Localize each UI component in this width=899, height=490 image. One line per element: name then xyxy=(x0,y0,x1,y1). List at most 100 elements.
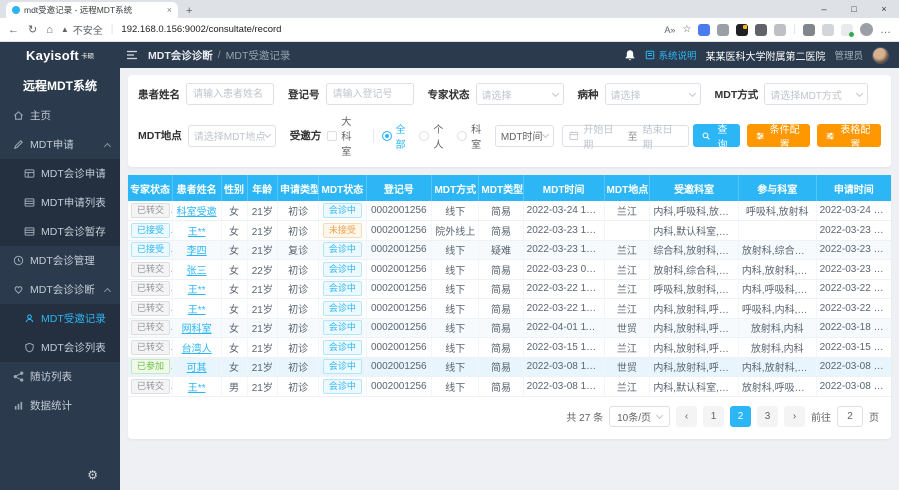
patient-name-link[interactable]: 可其 xyxy=(187,363,207,374)
patient-name-link[interactable]: 王** xyxy=(188,305,206,316)
next-page-button[interactable]: › xyxy=(784,406,805,427)
tab-close-icon[interactable]: × xyxy=(167,5,172,15)
refresh-icon[interactable]: ↻ xyxy=(28,23,37,36)
apply-type-cell: 初诊 xyxy=(278,260,319,280)
invitee-radio-all[interactable]: 全部 xyxy=(382,121,411,151)
settings-gear-icon[interactable]: ⚙ xyxy=(87,468,98,482)
extension-icon[interactable] xyxy=(774,24,786,36)
split-screen-icon[interactable] xyxy=(803,24,815,36)
goto-page-input[interactable] xyxy=(837,406,863,427)
mdt-place-cell xyxy=(604,221,650,241)
sidebar-item-mdt-consult-apply[interactable]: MDT会诊申请 xyxy=(0,159,120,188)
age-cell: 21岁 xyxy=(247,240,278,260)
home-icon[interactable]: ⌂ xyxy=(46,24,53,36)
time-type-select[interactable]: MDT时间 xyxy=(495,125,554,147)
expert-status-select[interactable]: 请选择 xyxy=(476,83,564,105)
patient-name-input[interactable] xyxy=(186,83,274,105)
sidebar-item-mdt-invite-record[interactable]: MDT受邀记录 xyxy=(0,304,120,333)
extension-icon[interactable] xyxy=(736,24,748,36)
sidebar-item-mdt-apply-list[interactable]: MDT申请列表 xyxy=(0,188,120,217)
invitee-radio-personal[interactable]: 个人 xyxy=(419,121,448,151)
sidebar-group-mdt-apply[interactable]: MDT申请 xyxy=(0,130,120,159)
back-icon[interactable]: ← xyxy=(8,24,19,36)
disease-select[interactable]: 请选择 xyxy=(605,83,701,105)
extension-icon[interactable] xyxy=(755,24,767,36)
mdt-mode-cell: 线下 xyxy=(432,279,479,299)
extension-icon[interactable] xyxy=(698,24,710,36)
date-range-picker[interactable]: 开始日期 至 结束日期 xyxy=(562,125,689,147)
patient-name-cell: 可其 xyxy=(172,357,221,377)
prev-page-button[interactable]: ‹ xyxy=(676,406,697,427)
patient-name-link[interactable]: 王** xyxy=(188,285,206,296)
menu-collapse-icon[interactable] xyxy=(126,49,138,61)
sidebar-group-mdt-diagnosis[interactable]: MDT会诊诊断 xyxy=(0,275,120,304)
sidebar-item-followup-list[interactable]: 随访列表 xyxy=(0,362,120,391)
table-row[interactable]: 已转交王**女21岁初诊会诊中0002001256线下简易2022-03-22 … xyxy=(128,279,891,299)
reg-no-cell: 0002001256 xyxy=(366,201,432,221)
favorite-star-icon[interactable]: ☆ xyxy=(682,24,691,35)
sidebar: 远程MDT系统 主页 MDT申请 MDT会诊申请 MDT申请列表 MDT会诊暂存… xyxy=(0,68,120,490)
mdt-mode-cell: 线下 xyxy=(432,377,479,397)
list-icon xyxy=(24,197,35,208)
read-aloud-icon[interactable]: A» xyxy=(664,25,675,35)
patient-name-link[interactable]: 王** xyxy=(188,227,206,238)
window-maximize-button[interactable]: □ xyxy=(839,0,869,18)
table-row[interactable]: 已转交科室受邀女21岁初诊会诊中0002001256线下简易2022-03-24… xyxy=(128,201,891,221)
browser-profile-avatar[interactable] xyxy=(860,23,873,36)
sidebar-item-home[interactable]: 主页 xyxy=(0,101,120,130)
invited-depts-cell: 内科,放射科,呼吸科 xyxy=(650,357,739,377)
patient-name-link[interactable]: 科室受邀 xyxy=(177,207,217,218)
big-dept-checkbox[interactable] xyxy=(327,131,337,141)
joined-depts-cell: 放射科,内科 xyxy=(738,318,816,338)
sidebar-item-mdt-manage[interactable]: MDT会诊管理 xyxy=(0,246,120,275)
sidebar-item-mdt-consult-list[interactable]: MDT会诊列表 xyxy=(0,333,120,362)
system-help-link[interactable]: 系统说明 xyxy=(645,48,696,62)
page-button-2[interactable]: 2 xyxy=(730,406,751,427)
table-row[interactable]: 已转交王**女21岁初诊会诊中0002001256线下简易2022-03-22 … xyxy=(128,299,891,319)
patient-name-link[interactable]: 台湾人 xyxy=(182,344,212,355)
expert-status-label: 专家状态 xyxy=(428,87,470,102)
table-row[interactable]: 已接受王**女21岁初诊未接受0002001256院外线上简易2022-03-2… xyxy=(128,221,891,241)
new-tab-button[interactable]: + xyxy=(186,5,192,17)
patient-name-link[interactable]: 网科室 xyxy=(182,324,212,335)
window-close-button[interactable]: × xyxy=(869,0,899,18)
table-row[interactable]: 已转交台湾人女21岁初诊会诊中0002001256线下简易2022-03-15 … xyxy=(128,338,891,358)
page-size-select[interactable]: 10条/页 xyxy=(609,406,670,427)
patient-name-link[interactable]: 张三 xyxy=(187,266,207,277)
patient-name-link[interactable]: 王** xyxy=(188,383,206,394)
browser-tab[interactable]: mdt受邀记录 - 远程MDT系统 × xyxy=(6,2,178,18)
sidebar-item-mdt-consult-draft[interactable]: MDT会诊暂存 xyxy=(0,217,120,246)
page-button-3[interactable]: 3 xyxy=(757,406,778,427)
table-row[interactable]: 已转交张三女22岁初诊会诊中0002001256线下简易2022-03-23 0… xyxy=(128,260,891,280)
user-avatar[interactable] xyxy=(872,47,889,64)
patient-name-link[interactable]: 李四 xyxy=(187,246,207,257)
security-indicator[interactable]: ▲ 不安全 xyxy=(61,22,103,37)
gender-cell: 女 xyxy=(221,279,247,299)
condition-config-button[interactable]: 条件配置 xyxy=(747,124,811,147)
table-row[interactable]: 已转交王**男21岁初诊会诊中0002001256线下简易2022-03-08 … xyxy=(128,377,891,397)
page-button-1[interactable]: 1 xyxy=(703,406,724,427)
sidebar-item-statistics[interactable]: 数据统计 xyxy=(0,391,120,420)
reg-no-cell: 0002001256 xyxy=(366,299,432,319)
collections-icon[interactable] xyxy=(822,24,834,36)
extension-icon[interactable] xyxy=(717,24,729,36)
breadcrumb-section[interactable]: MDT会诊诊断 xyxy=(148,48,213,63)
expert-status-cell: 已转交 xyxy=(128,279,172,299)
table-row[interactable]: 已转交网科室女21岁初诊会诊中0002001256线下简易2022-04-01 … xyxy=(128,318,891,338)
mdt-place-select[interactable]: 请选择MDT地点 xyxy=(188,125,276,147)
extension-badge-icon[interactable] xyxy=(841,24,853,36)
table-config-button[interactable]: 表格配置 xyxy=(817,124,881,147)
age-cell: 21岁 xyxy=(247,377,278,397)
window-minimize-button[interactable]: – xyxy=(809,0,839,18)
table-row[interactable]: 已接受李四女21岁复诊会诊中0002001256线下疑难2022-03-23 1… xyxy=(128,240,891,260)
bell-icon[interactable] xyxy=(624,49,636,62)
reg-no-input[interactable] xyxy=(326,83,414,105)
more-menu-icon[interactable]: … xyxy=(880,24,891,36)
mdt-place-cell: 世贸 xyxy=(604,357,650,377)
big-dept-checkbox-label[interactable]: 大科室 xyxy=(341,113,358,158)
table-row[interactable]: 已参加可其女21岁初诊会诊中0002001256线下简易2022-03-08 1… xyxy=(128,357,891,377)
mdt-mode-select[interactable]: 请选择MDT方式 xyxy=(764,83,868,105)
search-button[interactable]: 查询 xyxy=(693,124,740,147)
invitee-radio-dept[interactable]: 科室 xyxy=(457,121,486,151)
url-text[interactable]: 192.168.0.156:9002/consultate/record xyxy=(121,24,281,35)
